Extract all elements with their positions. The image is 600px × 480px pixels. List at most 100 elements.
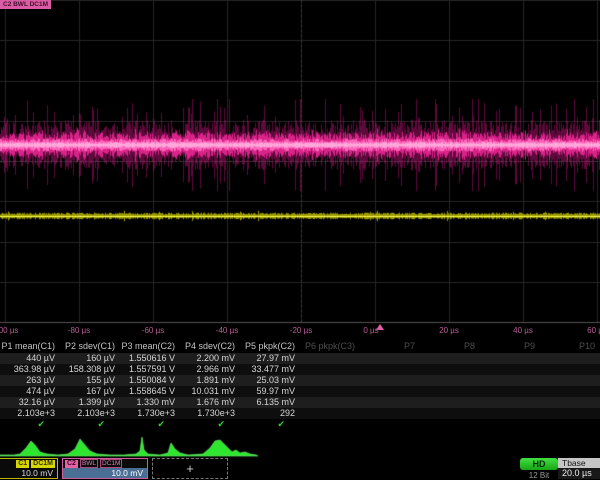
measure-status-cell <box>360 419 420 430</box>
measure-value-cell <box>360 386 420 397</box>
c2-coupling-chip: DC1M <box>100 459 122 468</box>
measure-value-cell <box>480 375 540 386</box>
measure-value-cell <box>360 375 420 386</box>
measure-value-cell <box>420 353 480 364</box>
measure-header-p3[interactable]: P3 mean(C2) <box>120 340 180 353</box>
measure-value-cell <box>300 375 360 386</box>
measure-value-cell <box>420 397 480 408</box>
measure-value-cell: 292 <box>240 408 300 419</box>
hd-bits-label: 12 Bit <box>520 471 558 480</box>
time-axis: -100 µs -80 µs -60 µs -40 µs -20 µs 0 µs 20 µs… <box>0 322 600 339</box>
measure-value-cell <box>480 397 540 408</box>
measure-value-cell: 6.135 mV <box>240 397 300 408</box>
measure-status-cell: ✔ <box>180 419 240 430</box>
measure-value-cell: 2.103e+3 <box>0 408 60 419</box>
measure-value-cell <box>300 408 360 419</box>
measure-value-cell: 474 µV <box>0 386 60 397</box>
time-tick-label: 0 µs <box>363 326 378 335</box>
measure-value-cell <box>540 386 600 397</box>
measure-value-cell: 1.550616 V <box>120 353 180 364</box>
measure-value-cell: 33.477 mV <box>240 364 300 375</box>
time-tick-label: -80 µs <box>68 326 90 335</box>
measure-header-p9[interactable]: P9 <box>480 340 540 353</box>
hd-mode-indicator[interactable]: HD 12 Bit <box>520 458 558 480</box>
measure-value-cell: 155 µV <box>60 375 120 386</box>
time-tick-label: -20 µs <box>290 326 312 335</box>
measure-value-cell: 440 µV <box>0 353 60 364</box>
c2-channel-chip: C2 <box>65 460 78 468</box>
time-tick-label: -40 µs <box>216 326 238 335</box>
time-tick-label: -60 µs <box>142 326 164 335</box>
measure-value-cell: 2.103e+3 <box>60 408 120 419</box>
measure-status-cell: ✔ <box>120 419 180 430</box>
c1-channel-chip: C1 <box>16 460 29 468</box>
measure-value-cell: 1.550084 V <box>120 375 180 386</box>
measure-value-cell: 160 µV <box>60 353 120 364</box>
timebase-value: 20.0 µs <box>558 468 600 479</box>
measure-value-cell <box>420 364 480 375</box>
measure-value-cell <box>300 397 360 408</box>
timebase-descriptor[interactable]: Tbase 20.0 µs <box>558 458 600 479</box>
measure-header-p1[interactable]: P1 mean(C1) <box>0 340 60 353</box>
time-tick-label: 40 µs <box>513 326 533 335</box>
measure-header-p6[interactable]: P6 pkpk(C3) <box>300 340 360 353</box>
measure-value-cell <box>300 386 360 397</box>
measure-value-cell <box>480 353 540 364</box>
measure-value-cell: 32.16 µV <box>0 397 60 408</box>
measure-status-cell: ✔ <box>240 419 300 430</box>
time-tick-label: -100 µs <box>0 326 18 335</box>
measure-value-cell: 363.98 µV <box>0 364 60 375</box>
measure-value-cell <box>540 375 600 386</box>
measure-value-cell <box>360 353 420 364</box>
add-trace-button[interactable]: + <box>152 458 228 479</box>
measure-value-cell: 1.730e+3 <box>180 408 240 419</box>
measure-value-cell <box>540 353 600 364</box>
measure-value-cell: 263 µV <box>0 375 60 386</box>
measure-status-cell: ✔ <box>0 419 60 430</box>
measure-value-cell: 10.031 mV <box>180 386 240 397</box>
measure-status-cell <box>480 419 540 430</box>
channel-descriptor-c1[interactable]: C1 DC1M 10.0 mV <box>0 458 58 479</box>
measure-value-cell: 1.891 mV <box>180 375 240 386</box>
measure-value-cell: 25.03 mV <box>240 375 300 386</box>
oscilloscope-screen: C2 BWL DC1M -100 µs -80 µs -60 µs -40 µs -20… <box>0 0 600 480</box>
measure-value-cell <box>480 408 540 419</box>
measure-value-cell <box>540 364 600 375</box>
measure-header-p4[interactable]: P4 sdev(C2) <box>180 340 240 353</box>
measure-value-cell <box>420 386 480 397</box>
measure-value-cell <box>540 397 600 408</box>
measure-header-p2[interactable]: P2 sdev(C1) <box>60 340 120 353</box>
measure-value-cell: 2.966 mV <box>180 364 240 375</box>
measure-status-cell <box>420 419 480 430</box>
c2-bandwidth-chip: BWL <box>80 459 98 468</box>
measure-value-cell: 1.730e+3 <box>120 408 180 419</box>
measure-value-cell: 167 µV <box>60 386 120 397</box>
measure-header-p5[interactable]: P5 pkpk(C2) <box>240 340 300 353</box>
measure-header-p7[interactable]: P7 <box>360 340 420 353</box>
measure-value-cell <box>420 375 480 386</box>
time-tick-label: 60 µs <box>587 326 600 335</box>
measure-value-cell <box>480 386 540 397</box>
measure-value-cell: 1.558645 V <box>120 386 180 397</box>
measure-value-cell: 2.200 mV <box>180 353 240 364</box>
channel-descriptor-c2[interactable]: C2 BWL DC1M 10.0 mV <box>62 458 148 479</box>
measure-value-cell <box>360 408 420 419</box>
measure-value-cell <box>420 408 480 419</box>
measure-value-cell: 1.676 mV <box>180 397 240 408</box>
hd-badge: HD <box>520 458 558 470</box>
trace-annotation-badge: C2 BWL DC1M <box>0 0 51 9</box>
measure-value-cell <box>300 364 360 375</box>
c2-vdiv-value: 10.0 mV <box>63 468 147 478</box>
measure-value-cell <box>540 408 600 419</box>
measure-value-cell: 1.399 µV <box>60 397 120 408</box>
measure-header-p8[interactable]: P8 <box>420 340 480 353</box>
measure-value-cell: 1.330 mV <box>120 397 180 408</box>
measure-value-cell: 59.97 mV <box>240 386 300 397</box>
measure-value-cell: 158.308 µV <box>60 364 120 375</box>
timebase-header: Tbase <box>558 458 600 468</box>
time-tick-label: 20 µs <box>439 326 459 335</box>
c1-coupling-chip: DC1M <box>31 460 55 468</box>
measure-value-cell <box>300 353 360 364</box>
measure-header-p10[interactable]: P10 <box>540 340 600 353</box>
c1-vdiv-value: 10.0 mV <box>0 468 57 478</box>
